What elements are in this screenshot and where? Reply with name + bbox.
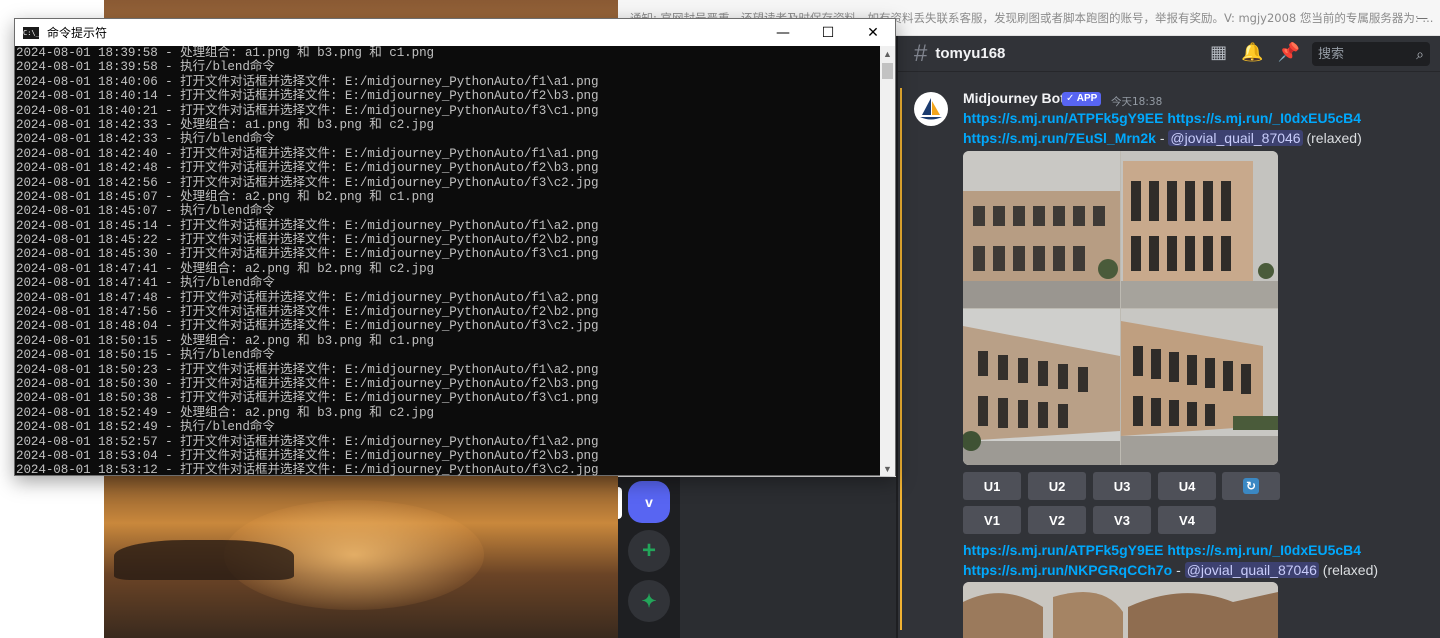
cmd-log-line: 2024-08-01 18:47:48 - 打开文件对话框并选择文件: E:/m… <box>16 290 599 305</box>
user-mention-2[interactable]: @jovial_quail_87046 <box>1184 562 1319 578</box>
cmd-title: 命令提示符 <box>47 26 108 40</box>
cmd-output[interactable]: 2024-08-01 18:39:58 - 处理组合: a1.png 和 b3.… <box>15 46 881 476</box>
server-rail: v + ✦ <box>618 477 680 638</box>
cmd-scrollbar[interactable]: ▲ ▼ <box>880 46 895 476</box>
sailboat-icon <box>920 98 942 120</box>
message2-line-2: https://s.mj.run/NKPGRqCCh7o - @jovial_q… <box>963 562 1378 578</box>
cmd-log-line: 2024-08-01 18:50:15 - 执行/blend命令 <box>16 348 275 363</box>
link-2[interactable]: https://s.mj.run/_I0dxEU5cB4 <box>1167 110 1361 126</box>
cmd-log-line: 2024-08-01 18:53:04 - 打开文件对话框并选择文件: E:/m… <box>16 448 599 463</box>
cmd-log-line: 2024-08-01 18:50:23 - 打开文件对话框并选择文件: E:/m… <box>16 362 599 377</box>
variation-3-button[interactable]: V3 <box>1093 506 1151 534</box>
cmd-app-icon: C:\_ <box>23 26 40 39</box>
link-3[interactable]: https://s.mj.run/7EuSl_Mrn2k <box>963 130 1156 146</box>
notice-minimize-button[interactable]: — <box>1417 0 1429 35</box>
cmd-log-line: 2024-08-01 18:47:56 - 打开文件对话框并选择文件: E:/m… <box>16 305 599 320</box>
variation-2-button[interactable]: V2 <box>1028 506 1086 534</box>
generated-image-grid[interactable] <box>963 151 1278 465</box>
cmd-log-line: 2024-08-01 18:40:14 - 打开文件对话框并选择文件: E:/m… <box>16 89 599 104</box>
upscale-3-button[interactable]: U3 <box>1093 472 1151 500</box>
server-icon-v[interactable]: v <box>628 481 670 523</box>
scroll-up-arrow-icon[interactable]: ▲ <box>880 46 895 61</box>
wallpaper-boat <box>114 540 294 580</box>
mode-text: (relaxed) <box>1302 130 1362 146</box>
header-icons: ▦ 🔔 📌 <box>1210 42 1300 63</box>
cmd-log-line: 2024-08-01 18:42:40 - 打开文件对话框并选择文件: E:/m… <box>16 146 599 161</box>
link2-1[interactable]: https://s.mj.run/ATPFk5gY9EE <box>963 542 1163 558</box>
explore-servers-icon[interactable]: ✦ <box>628 580 670 622</box>
app-badge: ✓ APP <box>1062 92 1102 106</box>
link2-2[interactable]: https://s.mj.run/_I0dxEU5cB4 <box>1167 542 1361 558</box>
threads-icon[interactable]: ▦ <box>1210 42 1227 63</box>
user-mention[interactable]: @jovial_quail_87046 <box>1168 130 1303 146</box>
cmd-log-line: 2024-08-01 18:48:04 - 打开文件对话框并选择文件: E:/m… <box>16 319 599 334</box>
cmd-log-line: 2024-08-01 18:45:07 - 处理组合: a2.png 和 b2.… <box>16 189 435 204</box>
upscale-1-button[interactable]: U1 <box>963 472 1021 500</box>
building-render-image <box>963 151 1278 465</box>
minimize-button[interactable]: — <box>761 19 805 46</box>
building-render-image-2 <box>963 582 1278 638</box>
desktop: 通知: 官网封号严重，还望读者及时保存资料，如有资料丢失联系客服，发现刷图或者脚… <box>0 0 1440 638</box>
cmd-log-line: 2024-08-01 18:39:58 - 处理组合: a1.png 和 b3.… <box>16 46 435 60</box>
bell-icon[interactable]: 🔔 <box>1241 42 1263 63</box>
variation-1-button[interactable]: V1 <box>963 506 1021 534</box>
scroll-down-arrow-icon[interactable]: ▼ <box>880 461 895 476</box>
message-line-1: https://s.mj.run/ATPFk5gY9EE https://s.m… <box>963 110 1361 126</box>
cmd-log-line: 2024-08-01 18:50:30 - 打开文件对话框并选择文件: E:/m… <box>16 376 599 391</box>
mode-text-2: (relaxed) <box>1318 562 1379 578</box>
cmd-log-line: 2024-08-01 18:45:30 - 打开文件对话框并选择文件: E:/m… <box>16 247 599 262</box>
discord-chat: # tomyu168 ▦ 🔔 📌 搜索 ⌕ Midjourney Bot ✓ A… <box>898 36 1440 638</box>
scroll-thumb[interactable] <box>882 63 893 79</box>
cmd-log-line: 2024-08-01 18:40:06 - 打开文件对话框并选择文件: E:/m… <box>16 74 599 89</box>
cmd-log-line: 2024-08-01 18:45:14 - 打开文件对话框并选择文件: E:/m… <box>16 218 599 233</box>
reroll-button[interactable]: ↻ <box>1222 472 1280 500</box>
mention-highlight-bar <box>900 88 902 630</box>
refresh-icon: ↻ <box>1243 478 1259 494</box>
add-server-button[interactable]: + <box>628 530 670 572</box>
cmd-log-line: 2024-08-01 18:53:12 - 打开文件对话框并选择文件: E:/m… <box>16 463 599 476</box>
cmd-log-line: 2024-08-01 18:47:41 - 执行/blend命令 <box>16 276 275 291</box>
channel-sidebar <box>680 477 898 638</box>
cmd-log-line: 2024-08-01 18:40:21 - 打开文件对话框并选择文件: E:/m… <box>16 103 599 118</box>
search-input[interactable]: 搜索 ⌕ <box>1312 42 1430 66</box>
server-selected-pill <box>618 487 622 519</box>
message-author[interactable]: Midjourney Bot <box>963 90 1065 106</box>
cmd-log-line: 2024-08-01 18:39:58 - 执行/blend命令 <box>16 60 275 75</box>
cmd-title-bar[interactable]: C:\_ 命令提示符 — ☐ ✕ <box>15 19 895 46</box>
separator: - <box>1155 130 1169 146</box>
channel-header: # tomyu168 ▦ 🔔 📌 搜索 ⌕ <box>898 36 1440 72</box>
message-line-2: https://s.mj.run/7EuSl_Mrn2k - @jovial_q… <box>963 130 1362 146</box>
cmd-log-line: 2024-08-01 18:47:41 - 处理组合: a2.png 和 b2.… <box>16 261 435 276</box>
cmd-log-line: 2024-08-01 18:42:56 - 打开文件对话框并选择文件: E:/m… <box>16 175 599 190</box>
variation-4-button[interactable]: V4 <box>1158 506 1216 534</box>
cmd-log-line: 2024-08-01 18:50:15 - 处理组合: a2.png 和 b3.… <box>16 333 435 348</box>
upscale-2-button[interactable]: U2 <box>1028 472 1086 500</box>
message-list: Midjourney Bot ✓ APP 今天18:38 https://s.m… <box>898 88 1440 638</box>
maximize-button[interactable]: ☐ <box>806 19 850 46</box>
pin-icon[interactable]: 📌 <box>1278 42 1300 63</box>
cmd-log-line: 2024-08-01 18:52:49 - 处理组合: a2.png 和 b3.… <box>16 405 435 420</box>
cmd-log-line: 2024-08-01 18:42:48 - 打开文件对话框并选择文件: E:/m… <box>16 161 599 176</box>
separator-2: - <box>1172 562 1185 578</box>
message-timestamp: 今天18:38 <box>1111 96 1163 108</box>
message2-line-1: https://s.mj.run/ATPFk5gY9EE https://s.m… <box>963 542 1361 558</box>
cmd-log-line: 2024-08-01 18:45:22 - 打开文件对话框并选择文件: E:/m… <box>16 233 599 248</box>
cmd-log-line: 2024-08-01 18:45:07 - 执行/blend命令 <box>16 204 275 219</box>
search-icon: ⌕ <box>1416 46 1424 62</box>
channel-name: tomyu168 <box>935 45 1006 62</box>
link2-3[interactable]: https://s.mj.run/NKPGRqCCh7o <box>963 562 1172 578</box>
cmd-log-line: 2024-08-01 18:42:33 - 处理组合: a1.png 和 b3.… <box>16 117 435 132</box>
cmd-log-line: 2024-08-01 18:42:33 - 执行/blend命令 <box>16 132 275 147</box>
bot-avatar[interactable] <box>914 92 948 126</box>
cmd-log-line: 2024-08-01 18:50:38 - 打开文件对话框并选择文件: E:/m… <box>16 391 599 406</box>
upscale-4-button[interactable]: U4 <box>1158 472 1216 500</box>
hash-icon: # <box>914 39 928 67</box>
search-placeholder: 搜索 <box>1318 46 1345 61</box>
cmd-log-line: 2024-08-01 18:52:49 - 执行/blend命令 <box>16 420 275 435</box>
link-1[interactable]: https://s.mj.run/ATPFk5gY9EE <box>963 110 1163 126</box>
generated-image-grid-2[interactable] <box>963 582 1278 638</box>
command-prompt-window[interactable]: C:\_ 命令提示符 — ☐ ✕ 2024-08-01 18:39:58 - 处… <box>14 18 896 476</box>
cmd-log-line: 2024-08-01 18:52:57 - 打开文件对话框并选择文件: E:/m… <box>16 434 599 449</box>
close-button[interactable]: ✕ <box>851 19 895 46</box>
